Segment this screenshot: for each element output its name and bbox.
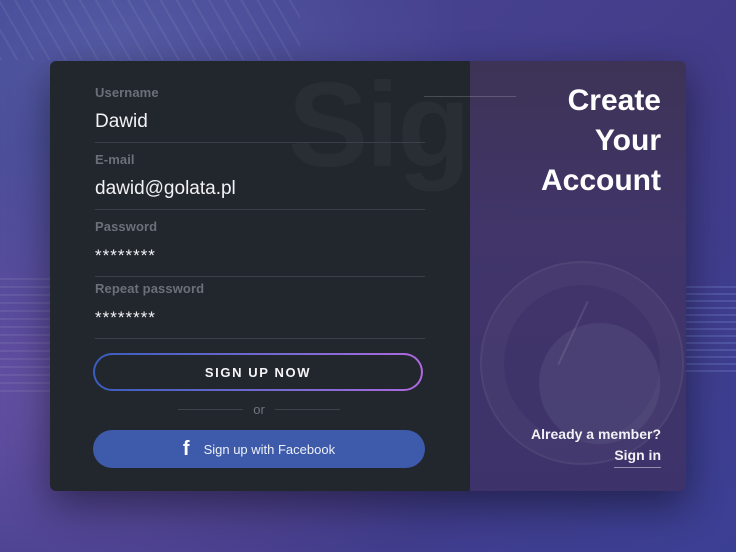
- facebook-button-label: Sign up with Facebook: [203, 441, 336, 457]
- password-input[interactable]: ********: [95, 244, 425, 268]
- repeat-password-input[interactable]: ********: [95, 306, 425, 330]
- already-member-text: Already a member?: [531, 426, 661, 442]
- sign-up-button-label: SIGN UP NOW: [95, 355, 421, 389]
- facebook-icon: f: [182, 438, 190, 460]
- email-field[interactable]: E-mail dawid@golata.pl: [95, 152, 425, 210]
- background-bridge: [0, 0, 300, 60]
- sign-up-button[interactable]: SIGN UP NOW: [93, 353, 423, 391]
- heading-line-1: Create: [567, 84, 661, 117]
- username-field[interactable]: Username Dawid: [95, 85, 425, 143]
- heading-line-2: Your: [594, 124, 661, 157]
- already-member-block: Already a member? Sign in: [531, 424, 661, 468]
- username-underline: [95, 142, 425, 143]
- email-label: E-mail: [95, 152, 135, 167]
- decorative-line: [424, 96, 516, 97]
- password-underline: [95, 276, 425, 277]
- sign-in-link[interactable]: Sign in: [614, 445, 661, 468]
- create-account-panel: Create Your Account Already a member? Si…: [470, 61, 686, 491]
- facebook-signup-button[interactable]: f Sign up with Facebook: [93, 430, 425, 468]
- signup-card: Sign Username Dawid E-mail dawid@golata.…: [50, 61, 686, 491]
- username-label: Username: [95, 85, 159, 100]
- or-divider: or: [178, 401, 340, 417]
- repeat-password-underline: [95, 338, 425, 339]
- signup-form-panel: Sign Username Dawid E-mail dawid@golata.…: [50, 61, 470, 491]
- email-underline: [95, 209, 425, 210]
- repeat-password-field[interactable]: Repeat password ********: [95, 281, 425, 339]
- password-field[interactable]: Password ********: [95, 219, 425, 277]
- or-text: or: [253, 401, 265, 417]
- repeat-password-label: Repeat password: [95, 281, 205, 296]
- heading-line-3: Account: [541, 164, 661, 197]
- or-line-left: [178, 408, 244, 410]
- password-label: Password: [95, 219, 158, 234]
- email-input[interactable]: dawid@golata.pl: [95, 177, 425, 201]
- username-input[interactable]: Dawid: [95, 110, 425, 134]
- or-line-right: [274, 408, 340, 410]
- create-account-heading: Create Your Account: [541, 81, 661, 201]
